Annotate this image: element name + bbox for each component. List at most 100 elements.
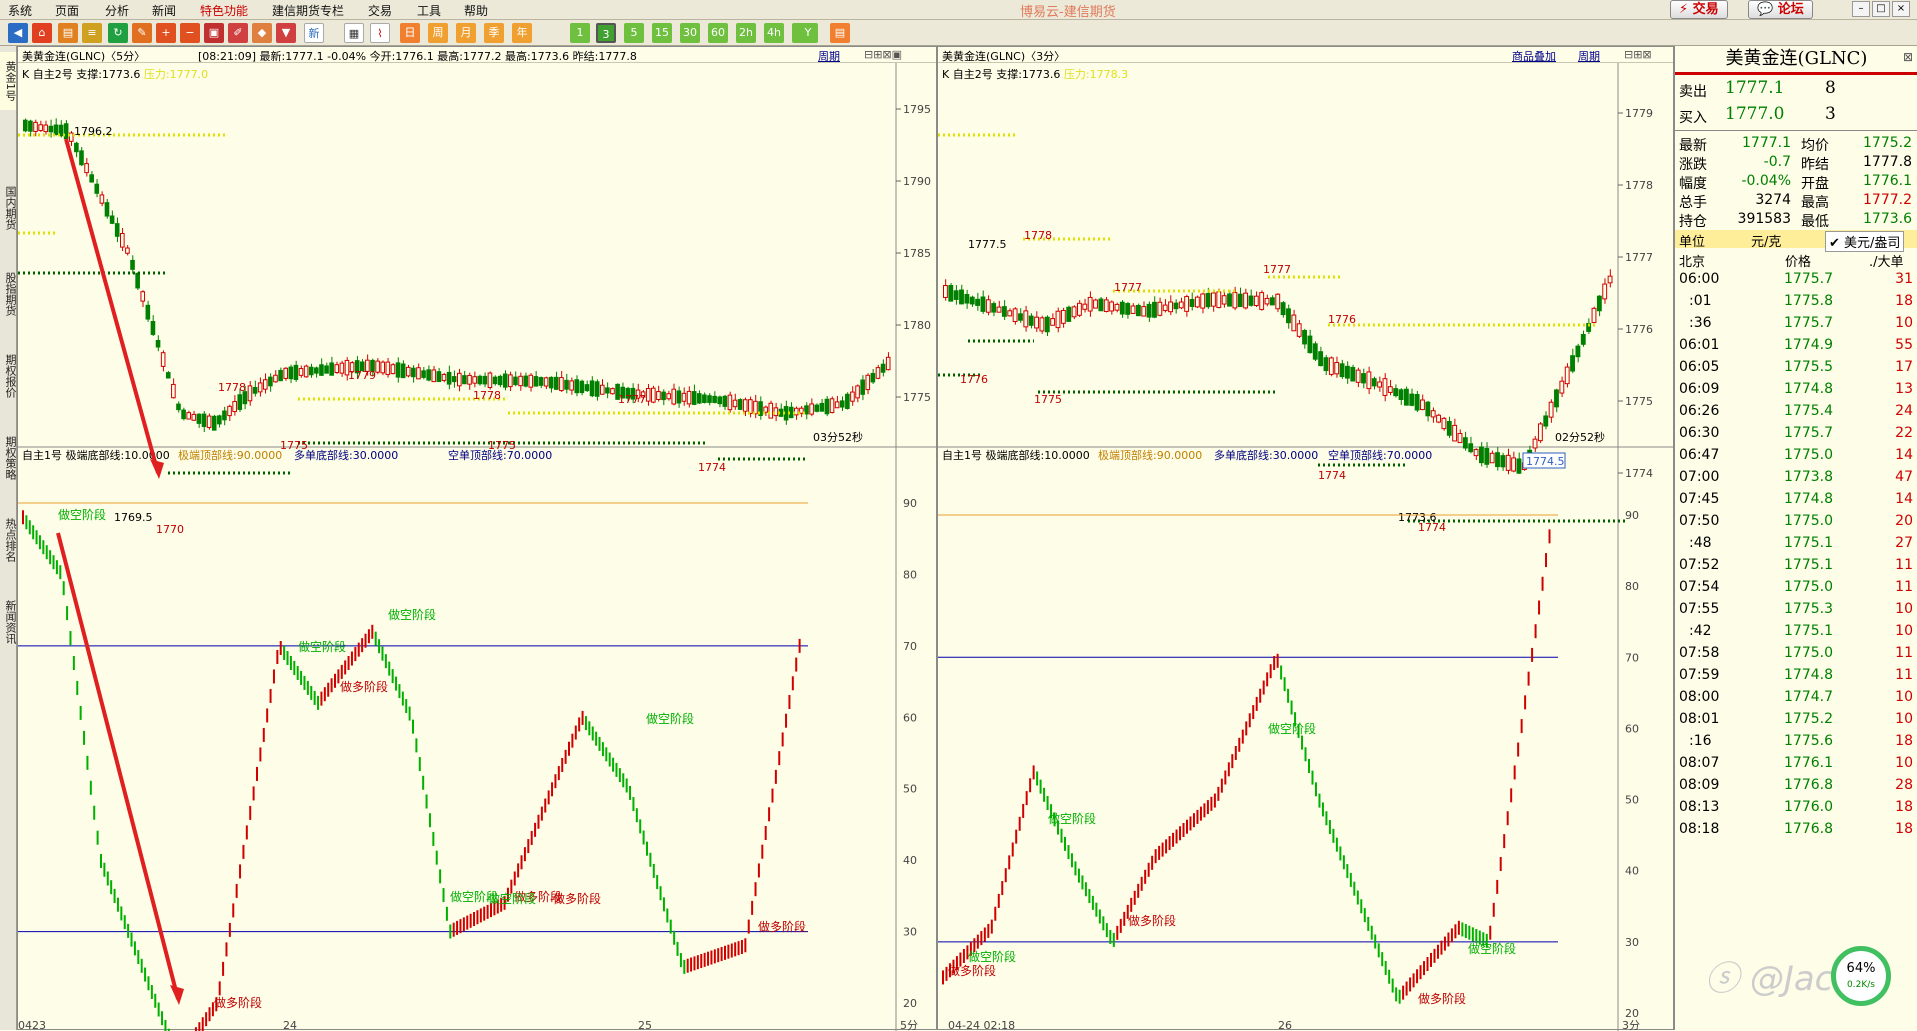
quote-panel: 美黄金连(GLNC) ⊠ 卖出 1777.1 8 买入 1777.0 3 最新 1…: [1674, 46, 1917, 1030]
tick-volume: 10: [1895, 711, 1913, 727]
right-window-buttons[interactable]: ⊟⊞⊠: [1624, 48, 1652, 61]
tab-hot-ranking[interactable]: 热点排名: [0, 512, 17, 568]
tick-volume: 10: [1895, 689, 1913, 705]
unit-select-value: 美元/盎司: [1844, 236, 1901, 251]
candle-body: [1162, 304, 1168, 312]
left-chart-panel: 美黄金连(GLNC)〈5分〉 [08:21:09] 最新:1777.1 -0.0…: [17, 46, 938, 1031]
period-60-button[interactable]: 60: [708, 23, 728, 43]
refresh-icon[interactable]: ↻: [108, 23, 128, 43]
tick-volume: 55: [1895, 337, 1913, 353]
candle-body: [742, 399, 748, 412]
tick-price: 1774.9: [1784, 337, 1833, 353]
period-y-button[interactable]: Y: [798, 23, 818, 43]
book-icon[interactable]: ▤: [58, 23, 78, 43]
menu-help[interactable]: 帮助: [464, 2, 488, 19]
tick-row: 06:30 1775.7 22: [1675, 425, 1917, 445]
tick-row: 06:47 1775.0 14: [1675, 447, 1917, 467]
menu-trade[interactable]: 交易: [368, 2, 392, 19]
trade-button[interactable]: ⚡ 交易: [1670, 0, 1728, 19]
period-month-button[interactable]: 月: [456, 23, 476, 43]
zoom-in-icon[interactable]: +: [156, 23, 176, 43]
osc-y-label: 90: [903, 497, 917, 510]
menu-tools[interactable]: 工具: [417, 2, 441, 19]
pen-icon[interactable]: ✐: [228, 23, 248, 43]
right-period-link[interactable]: 周期: [1578, 48, 1600, 62]
list-icon[interactable]: ≡: [82, 23, 102, 43]
weibo-icon: ⓢ: [1705, 959, 1739, 999]
overlay-link[interactable]: 商品叠加: [1512, 48, 1556, 62]
menu-news[interactable]: 新闻: [152, 2, 176, 19]
minimize-icon[interactable]: –: [1852, 1, 1870, 17]
candle-body: [584, 384, 590, 392]
filter-icon[interactable]: ▼: [276, 23, 296, 43]
left-period-link[interactable]: 周期: [818, 48, 840, 62]
close-icon[interactable]: ×: [1892, 1, 1910, 17]
candle-body: [176, 403, 181, 411]
tick-time: :01: [1689, 293, 1712, 309]
tab-option-quotes[interactable]: 期权报价: [0, 348, 17, 404]
brush-icon[interactable]: ◆: [252, 23, 272, 43]
osc-y-label: 80: [1625, 580, 1639, 593]
y-tick-label: 1780: [903, 319, 931, 332]
tick-price: 1773.8: [1784, 469, 1833, 485]
period-30-button[interactable]: 30: [680, 23, 700, 43]
candle-body: [89, 174, 94, 183]
candle-body: [467, 374, 472, 385]
menu-column[interactable]: 建信期货专栏: [272, 2, 344, 19]
forum-button[interactable]: 💬 论坛: [1748, 0, 1813, 19]
maximize-icon[interactable]: □: [1872, 1, 1890, 17]
stat-value: 1777.8: [1863, 154, 1912, 170]
menu-system[interactable]: 系统: [8, 2, 32, 19]
candle-body: [196, 413, 202, 424]
candle-body: [211, 415, 217, 431]
tab-index-futures[interactable]: 股指期货: [0, 266, 17, 322]
home-icon[interactable]: ⌂: [32, 23, 52, 43]
tick-row: 08:09 1776.8 28: [1675, 777, 1917, 797]
menu-features[interactable]: 特色功能: [200, 2, 248, 19]
calculator-icon[interactable]: ▤: [830, 23, 850, 43]
candle-body: [390, 364, 396, 375]
period-2h-button[interactable]: 2h: [736, 23, 756, 43]
period-year-button[interactable]: 年: [512, 23, 532, 43]
menu-page[interactable]: 页面: [55, 2, 79, 19]
tick-row: 06:26 1775.4 24: [1675, 403, 1917, 423]
unit-select[interactable]: ✔ 美元/盎司: [1825, 231, 1905, 252]
tab-option-strategy[interactable]: 期权策略: [0, 430, 17, 486]
period-3-button[interactable]: 3: [596, 23, 616, 43]
period-4h-button[interactable]: 4h: [764, 23, 784, 43]
zoom-out-icon[interactable]: −: [180, 23, 200, 43]
tab-domestic-futures[interactable]: 国内期货: [0, 180, 17, 236]
back-icon[interactable]: ◀: [8, 23, 28, 43]
candle-body: [482, 375, 488, 385]
candle-body: [975, 298, 981, 306]
tools-icon[interactable]: ✎: [132, 23, 152, 43]
menu-analysis[interactable]: 分析: [105, 2, 129, 19]
new-button[interactable]: 新: [304, 23, 324, 43]
period-season-button[interactable]: 季: [484, 23, 504, 43]
period-15-button[interactable]: 15: [652, 23, 672, 43]
period-week-button[interactable]: 周: [428, 23, 448, 43]
tick-time: 06:09: [1679, 381, 1720, 397]
period-5-button[interactable]: 5: [624, 23, 644, 43]
table-icon[interactable]: ▦: [344, 23, 364, 43]
tab-news[interactable]: 新闻资讯: [0, 594, 17, 650]
candle-body: [589, 380, 595, 397]
tick-row: :48 1775.1 27: [1675, 535, 1917, 555]
stat-label: 持仓: [1679, 214, 1707, 230]
left-window-buttons[interactable]: ⊟⊞⊠▣: [864, 48, 902, 61]
candle-body: [1371, 378, 1377, 387]
line-chart-icon[interactable]: ⌇: [370, 23, 390, 43]
candle-body: [528, 374, 534, 388]
osc-title: 自主1号 极端底部线:10.0000: [22, 448, 170, 462]
candle-body: [421, 370, 426, 378]
window-icon[interactable]: ▣: [204, 23, 224, 43]
tab-gold[interactable]: 黄金1号: [0, 52, 17, 110]
candle-body: [1350, 366, 1356, 382]
panel-close-icon[interactable]: ⊠: [1903, 50, 1913, 64]
period-1-button[interactable]: 1: [570, 23, 590, 43]
candle-body: [99, 194, 105, 204]
candle-body: [497, 375, 503, 386]
period-day-button[interactable]: 日: [400, 23, 420, 43]
candle-body: [1575, 345, 1581, 358]
candle-body: [314, 367, 319, 374]
